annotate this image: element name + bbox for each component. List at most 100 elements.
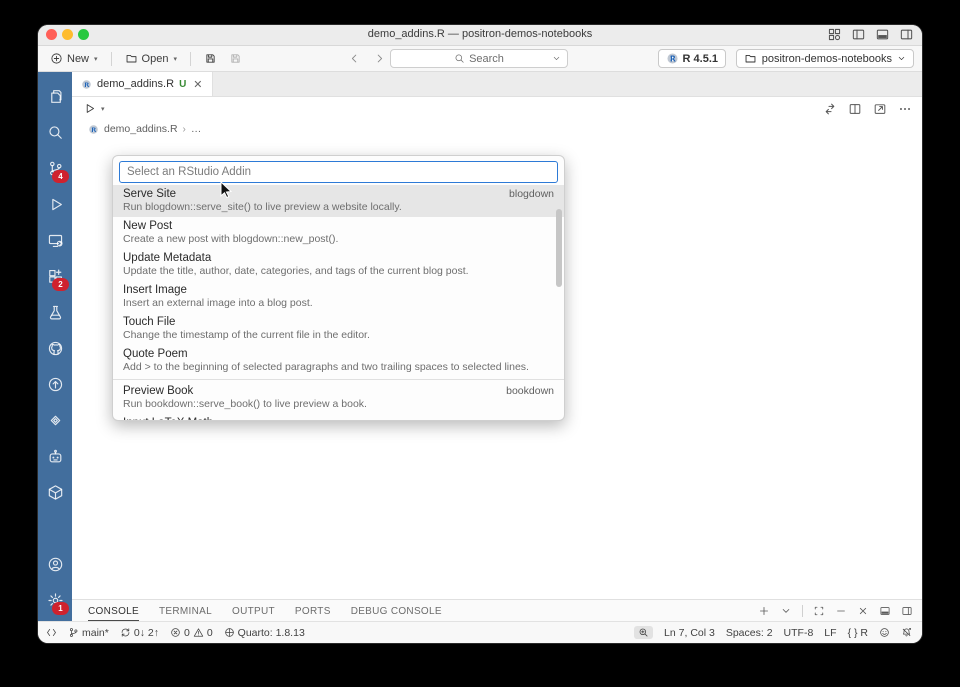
screenshot-stage: demo_addins.R — positron-demos-notebooks…	[0, 0, 960, 687]
status-cursor-position[interactable]: Ln 7, Col 3	[664, 627, 715, 639]
activity-item-connections[interactable]	[38, 402, 72, 438]
activity-item-extensions[interactable]: 2	[38, 258, 72, 294]
addin-item-insert-image[interactable]: Insert Image Insert an external image int…	[113, 281, 564, 313]
status-indentation[interactable]: Spaces: 2	[726, 627, 773, 639]
status-eol[interactable]: LF	[824, 627, 836, 639]
save-all-button[interactable]	[225, 50, 246, 67]
activity-item-packages[interactable]	[38, 474, 72, 510]
activity-item-settings[interactable]: 1	[38, 582, 72, 618]
smiley-icon	[879, 627, 890, 638]
panel-tab-ports[interactable]: PORTS	[295, 602, 331, 621]
status-notifications[interactable]	[901, 627, 912, 638]
sync-document-icon[interactable]	[823, 102, 837, 116]
addin-description: Change the timestamp of the current file…	[123, 329, 370, 341]
status-problems[interactable]: 00	[170, 627, 213, 639]
global-search-input[interactable]: Search	[390, 49, 568, 68]
panel-bottom-icon[interactable]	[879, 605, 891, 617]
warning-icon	[193, 627, 204, 638]
status-remote-indicator[interactable]	[46, 627, 57, 638]
workspace-button[interactable]: positron-demos-notebooks	[735, 49, 914, 68]
r-file-icon: R	[81, 79, 92, 90]
panel-right-icon[interactable]	[901, 605, 913, 617]
status-quarto-version[interactable]: Quarto: 1.8.13	[224, 627, 305, 639]
activity-item-account[interactable]	[38, 546, 72, 582]
panel-tab-debug-console[interactable]: DEBUG CONSOLE	[351, 602, 442, 621]
github-icon	[47, 340, 64, 357]
badge: 2	[52, 278, 69, 291]
files-icon	[47, 88, 64, 105]
remote-icon	[46, 627, 57, 638]
layers-icon	[47, 412, 64, 429]
addin-item-quote-poem[interactable]: Quote Poem Add > to the beginning of sele…	[113, 345, 564, 377]
new-button[interactable]: New ▾	[46, 50, 102, 67]
toggle-panel-icon[interactable]	[875, 27, 890, 42]
status-zoom-control[interactable]	[634, 626, 654, 639]
customize-layout-icon[interactable]	[827, 27, 842, 42]
addin-description: Run bookdown::serve_book() to live previ…	[123, 398, 367, 410]
activity-item-github[interactable]	[38, 330, 72, 366]
split-editor-icon[interactable]	[848, 102, 862, 116]
folder-open-icon	[125, 52, 138, 65]
addin-package-tag: blogdown	[509, 188, 554, 200]
interpreter-button[interactable]: R R 4.5.1	[657, 49, 726, 68]
back-button[interactable]	[348, 52, 361, 65]
close-icon[interactable]	[857, 605, 869, 617]
layout-controls	[827, 27, 914, 42]
status-language-mode[interactable]: { } R	[848, 627, 868, 639]
activity-item-search[interactable]	[38, 114, 72, 150]
addin-item-serve-site[interactable]: Serve Site blogdown Run blogdown::serve_si…	[113, 185, 564, 217]
activity-item-sessions[interactable]	[38, 222, 72, 258]
addin-item-touch-file[interactable]: Touch File Change the timestamp of the cu…	[113, 313, 564, 345]
activity-item-explorer[interactable]	[38, 78, 72, 114]
status-feedback[interactable]	[879, 627, 890, 638]
panel-tab-bar: CONSOLE TERMINAL OUTPUT PORTS DEBUG CONSOLE	[72, 599, 922, 622]
panel-tab-console[interactable]: CONSOLE	[88, 602, 140, 621]
activity-item-publish[interactable]	[38, 366, 72, 402]
addin-item-update-metadata[interactable]: Update Metadata Update the title, author,…	[113, 249, 564, 281]
quickpick-scrollbar[interactable]	[556, 209, 562, 287]
minimize-icon[interactable]	[835, 605, 847, 617]
tab-label: demo_addins.R	[97, 78, 175, 90]
addin-item-preview-book[interactable]: Preview Book bookdown Run bookdown::serve_…	[113, 382, 564, 414]
activity-item-testing[interactable]	[38, 294, 72, 330]
panel-tab-output[interactable]: OUTPUT	[232, 602, 275, 621]
save-all-icon	[229, 52, 242, 65]
chevron-down-icon: ▾	[94, 55, 98, 63]
split-editor-layout-icon[interactable]	[851, 27, 866, 42]
open-button[interactable]: Open ▾	[121, 50, 181, 67]
new-label: New	[67, 52, 90, 65]
activity-item-source-control[interactable]: 4	[38, 150, 72, 186]
toggle-secondary-sidebar-icon[interactable]	[899, 27, 914, 42]
debug-icon	[47, 196, 64, 213]
editor-action-bar: ▾	[72, 97, 922, 120]
tab-demo-addins[interactable]: R demo_addins.R U ✕	[72, 72, 213, 96]
account-icon	[47, 556, 64, 573]
panel-tab-terminal[interactable]: TERMINAL	[159, 602, 212, 621]
open-label: Open	[141, 52, 169, 65]
folder-icon	[744, 52, 757, 65]
plus-icon[interactable]	[758, 605, 770, 617]
breadcrumb[interactable]: R demo_addins.R › …	[72, 120, 922, 138]
addin-label: Quote Poem	[123, 348, 188, 360]
chevron-down-icon	[552, 54, 561, 63]
forward-button[interactable]	[373, 52, 386, 65]
status-git-branch[interactable]: main*	[68, 627, 109, 639]
run-file-button[interactable]: ▾	[83, 102, 105, 115]
activity-item-assistant[interactable]	[38, 438, 72, 474]
chev-down-icon[interactable]	[780, 605, 792, 617]
addin-description: Insert an external image into a blog pos…	[123, 297, 313, 309]
status-git-sync[interactable]: 0↓ 2↑	[120, 627, 159, 639]
svg-text:R: R	[84, 80, 89, 88]
addin-item-input-latex-math[interactable]: Input LaTeX Math	[113, 414, 564, 420]
addin-filter-input[interactable]	[119, 161, 558, 183]
status-encoding[interactable]: UTF-8	[784, 627, 814, 639]
activity-item-run-debug[interactable]	[38, 186, 72, 222]
open-in-window-icon[interactable]	[873, 102, 887, 116]
group-separator	[113, 379, 564, 380]
more-actions-icon[interactable]	[898, 102, 912, 116]
addin-item-new-post[interactable]: New Post Create a new post with blogdown:…	[113, 217, 564, 249]
addin-description: Run blogdown::serve_site() to live previ…	[123, 201, 402, 213]
close-tab-icon[interactable]: ✕	[193, 78, 202, 91]
maximize-icon[interactable]	[813, 605, 825, 617]
save-button[interactable]	[200, 50, 221, 67]
